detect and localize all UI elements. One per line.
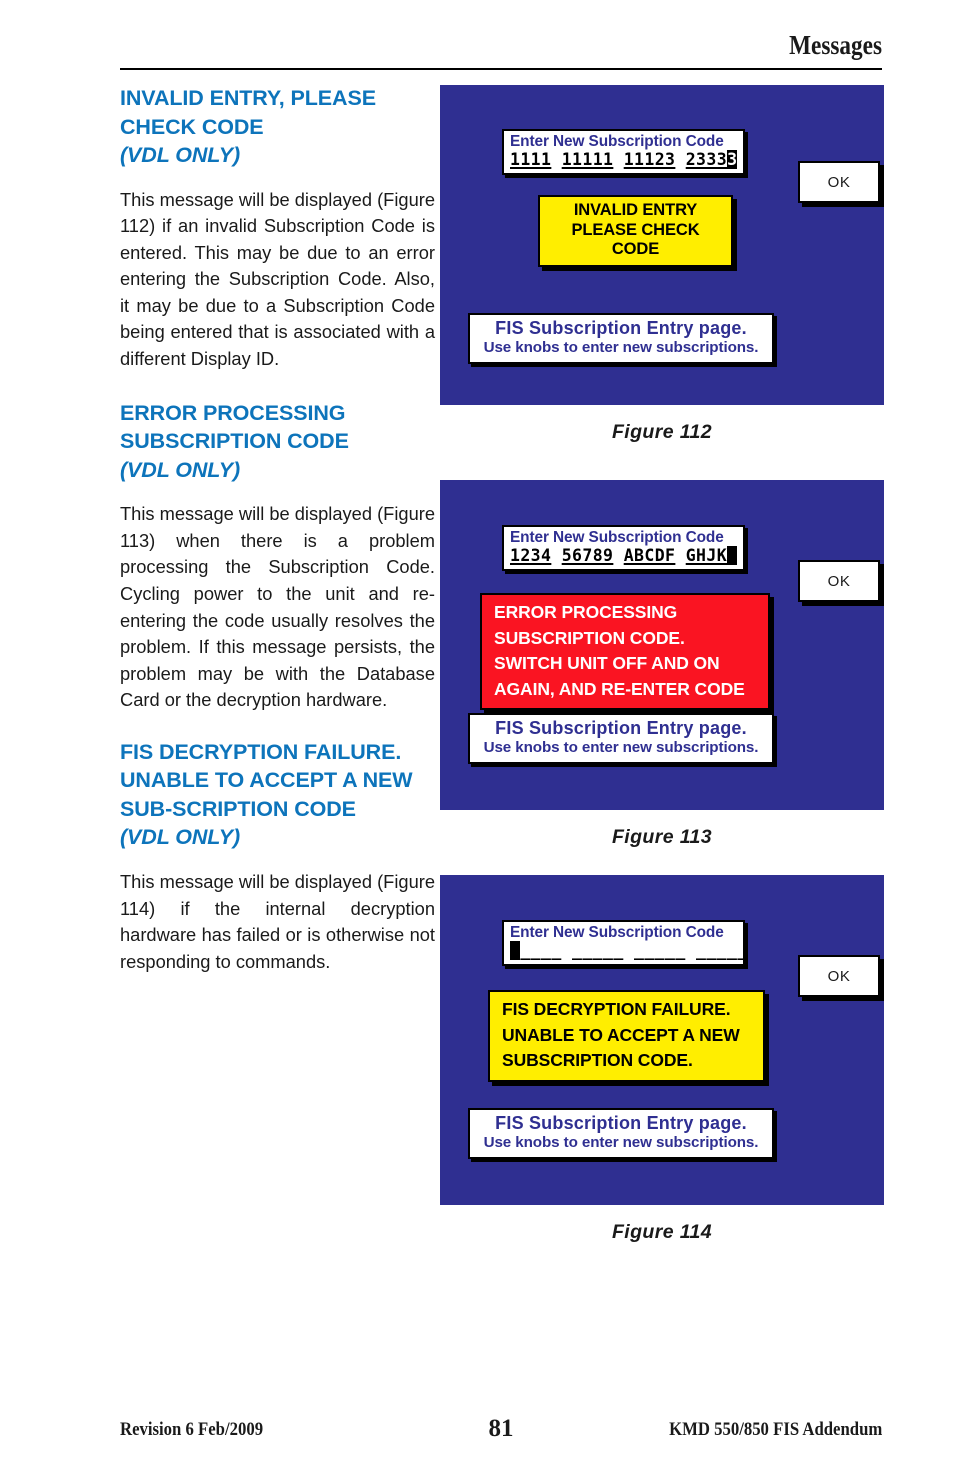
section-heading-sub: (VDL ONLY) bbox=[120, 825, 241, 850]
section-body-invalid-entry: This message will be displayed (Figure 1… bbox=[120, 188, 435, 370]
footer-revision: Revision 6 Feb/2009 bbox=[120, 1419, 264, 1440]
subscription-code-label: Enter New Subscription Code bbox=[510, 924, 724, 941]
status-line-primary: FIS Subscription Entry page. bbox=[495, 1113, 747, 1133]
section-heading-main: FIS DECRYPTION FAILURE. UNABLE TO ACCEPT… bbox=[120, 739, 413, 821]
figure-113: Enter New Subscription Code 1234 56789 A… bbox=[440, 480, 884, 849]
code-segment: 11111 bbox=[561, 150, 614, 169]
status-line-secondary: Use knobs to enter new subscriptions. bbox=[483, 1134, 759, 1151]
page-title: Messages bbox=[789, 30, 882, 60]
page-footer: Revision 6 Feb/2009 81 KMD 550/850 FIS A… bbox=[120, 1415, 882, 1445]
status-line-secondary: Use knobs to enter new subscriptions. bbox=[483, 739, 759, 756]
alert-line: AGAIN, AND RE-ENTER CODE bbox=[494, 678, 745, 699]
alert-line: SWITCH UNIT OFF AND ON bbox=[494, 653, 720, 673]
text-column: INVALID ENTRY, PLEASE CHECK CODE (VDL ON… bbox=[120, 84, 435, 975]
section-body-fis-decryption-failure: This message will be displayed (Figure 1… bbox=[120, 870, 435, 972]
header-divider bbox=[120, 68, 882, 70]
ok-button[interactable]: OK bbox=[798, 161, 880, 203]
alert-line: UNABLE TO ACCEPT A NEW bbox=[502, 1024, 740, 1045]
figure-caption: Figure 114 bbox=[611, 1221, 713, 1243]
figure-114: Enter New Subscription Code ____ _____ _… bbox=[440, 875, 884, 1244]
code-cursor bbox=[510, 941, 521, 960]
code-segment: GHJK bbox=[685, 546, 728, 565]
ok-button[interactable]: OK bbox=[798, 560, 880, 602]
alert-error-processing: ERROR PROCESSING SUBSCRIPTION CODE. SWIT… bbox=[480, 593, 770, 710]
subscription-code-field[interactable]: Enter New Subscription Code 1111 11111 1… bbox=[502, 129, 745, 175]
section-heading-sub: (VDL ONLY) bbox=[120, 457, 241, 482]
alert-invalid-entry: INVALID ENTRY PLEASE CHECK CODE bbox=[538, 195, 733, 267]
alert-fis-decryption-failure: FIS DECRYPTION FAILURE. UNABLE TO ACCEPT… bbox=[488, 990, 765, 1082]
status-message-box: FIS Subscription Entry page. Use knobs t… bbox=[468, 713, 774, 764]
ok-button-label: OK bbox=[827, 967, 851, 985]
status-message-box: FIS Subscription Entry page. Use knobs t… bbox=[468, 313, 774, 364]
subscription-code-value: ____ _____ _____ _____ bbox=[510, 941, 747, 960]
ok-button-label: OK bbox=[827, 173, 851, 191]
device-screen: Enter New Subscription Code ____ _____ _… bbox=[440, 875, 884, 1205]
code-segment: 11123 bbox=[623, 150, 676, 169]
code-segment: 2333 bbox=[685, 150, 728, 169]
section-body-error-processing: This message will be displayed (Figure 1… bbox=[120, 503, 435, 711]
subscription-code-value: 1111 11111 11123 23333 bbox=[510, 150, 738, 169]
status-line-primary: FIS Subscription Entry page. bbox=[495, 318, 747, 338]
code-segment: ABCDF bbox=[623, 546, 676, 565]
code-cursor: 3 bbox=[727, 150, 738, 169]
alert-line: PLEASE CHECK CODE bbox=[571, 220, 700, 259]
alert-line: SUBSCRIPTION CODE. bbox=[502, 1050, 693, 1070]
section-heading-sub: (VDL ONLY) bbox=[120, 143, 241, 167]
code-segment: 1234 bbox=[510, 546, 552, 565]
alert-line: SUBSCRIPTION CODE. bbox=[494, 627, 685, 648]
ok-button[interactable]: OK bbox=[798, 955, 880, 997]
alert-line: FIS DECRYPTION FAILURE. bbox=[502, 999, 731, 1019]
status-line-primary: FIS Subscription Entry page. bbox=[495, 718, 747, 738]
status-message-box: FIS Subscription Entry page. Use knobs t… bbox=[468, 1108, 774, 1159]
footer-document-title: KMD 550/850 FIS Addendum bbox=[668, 1419, 882, 1440]
section-heading-invalid-entry: INVALID ENTRY, PLEASE CHECK CODE (VDL ON… bbox=[120, 84, 435, 170]
figure-caption: Figure 113 bbox=[611, 826, 713, 848]
section-heading-main: INVALID ENTRY, PLEASE CHECK CODE bbox=[120, 86, 376, 139]
subscription-code-label: Enter New Subscription Code bbox=[510, 133, 724, 150]
code-segment: 56789 bbox=[561, 546, 614, 565]
ok-button-label: OK bbox=[827, 572, 851, 590]
section-heading-fis-decryption-failure: FIS DECRYPTION FAILURE. UNABLE TO ACCEPT… bbox=[120, 738, 435, 852]
device-screen: Enter New Subscription Code 1234 56789 A… bbox=[440, 480, 884, 810]
figure-caption: Figure 112 bbox=[611, 421, 713, 443]
status-line-secondary: Use knobs to enter new subscriptions. bbox=[483, 339, 759, 356]
subscription-code-label: Enter New Subscription Code bbox=[510, 529, 724, 546]
section-heading-error-processing: ERROR PROCESSING SUBSCRIPTION CODE (VDL … bbox=[120, 399, 435, 485]
alert-line: INVALID ENTRY bbox=[573, 201, 698, 219]
figure-112: Enter New Subscription Code 1111 11111 1… bbox=[440, 85, 884, 444]
code-segment: 1111 bbox=[510, 150, 552, 169]
page-header: Messages bbox=[120, 30, 882, 61]
alert-line: ERROR PROCESSING bbox=[494, 602, 678, 622]
section-heading-main: ERROR PROCESSING SUBSCRIPTION CODE bbox=[120, 400, 349, 454]
footer-page-number: 81 bbox=[488, 1415, 514, 1442]
code-empty-slots: ____ _____ _____ _____ bbox=[520, 941, 748, 960]
subscription-code-field[interactable]: Enter New Subscription Code 1234 56789 A… bbox=[502, 525, 745, 571]
code-cursor bbox=[727, 546, 738, 565]
device-screen: Enter New Subscription Code 1111 11111 1… bbox=[440, 85, 884, 405]
subscription-code-value: 1234 56789 ABCDF GHJK bbox=[510, 546, 738, 565]
subscription-code-field[interactable]: Enter New Subscription Code ____ _____ _… bbox=[502, 920, 747, 966]
